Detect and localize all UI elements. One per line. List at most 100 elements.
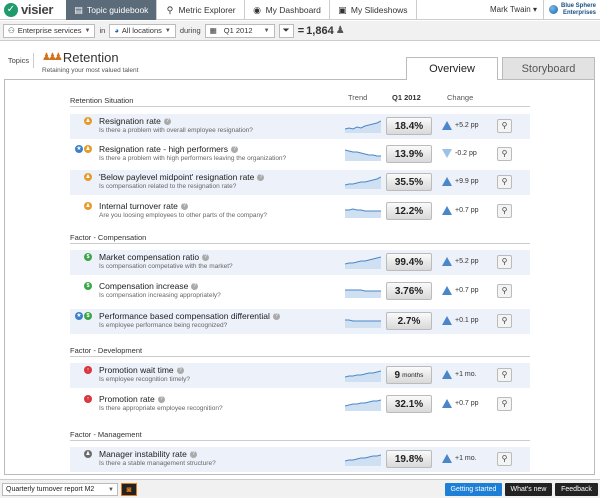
getting-started-button[interactable]: Getting started <box>445 483 502 496</box>
explore-search-icon[interactable]: ⚲ <box>497 452 512 466</box>
metric-title[interactable]: Internal turnover rate? <box>99 201 188 211</box>
calendar-icon: ▦ <box>209 26 217 35</box>
trend-up-icon <box>442 399 452 408</box>
whats-new-button[interactable]: What's new <box>505 483 552 496</box>
explore-search-icon[interactable]: ⚲ <box>497 147 512 161</box>
user-menu[interactable]: Mark Twain ▾ <box>490 5 537 14</box>
metric-value[interactable]: 32.1% <box>386 395 432 413</box>
metric-row[interactable]: ♟ 'Below paylevel midpoint' resignation r… <box>70 170 530 195</box>
nav-tab-metric-explorer[interactable]: ⚲ Metric Explorer <box>157 0 245 20</box>
metric-value[interactable]: 9 months <box>386 366 432 384</box>
trend-up-icon <box>442 454 452 463</box>
help-icon[interactable]: ? <box>157 395 165 403</box>
trend-sparkline[interactable] <box>345 284 381 298</box>
metric-title[interactable]: Resignation rate? <box>99 116 171 126</box>
feedback-button[interactable]: Feedback <box>555 483 598 496</box>
metric-title[interactable]: Resignation rate - high performers? <box>99 144 238 154</box>
help-icon[interactable]: ? <box>176 366 184 374</box>
metric-value[interactable]: 3.76% <box>386 282 432 300</box>
metric-title[interactable]: Performance based compensation different… <box>99 311 280 321</box>
metric-row[interactable]: ★ ♟ Resignation rate - high performers? Is … <box>70 142 530 167</box>
metric-icons: ★ ♟ <box>75 145 92 153</box>
metric-value[interactable]: 35.5% <box>386 173 432 191</box>
metric-question: Is compensation related to the resignati… <box>99 183 237 190</box>
filter-button[interactable]: ⏷ <box>278 23 294 38</box>
metric-title-text: Promotion rate <box>99 394 155 404</box>
metric-row[interactable]: ↑ Promotion rate? Is there appropriate emp… <box>70 392 530 417</box>
topics-button[interactable]: Topics <box>4 53 34 68</box>
metric-value[interactable]: 19.8% <box>386 450 432 468</box>
trend-sparkline[interactable] <box>345 368 381 382</box>
headcount-value: 1,864 <box>306 24 334 37</box>
top-nav: ✓ visier ▤ Topic guidebook ⚲ Metric Expl… <box>0 0 600 20</box>
equals-sign: = <box>297 24 305 37</box>
metric-row[interactable]: ★ $ Performance based compensation differe… <box>70 309 530 334</box>
trend-sparkline[interactable] <box>345 119 381 133</box>
trend-sparkline[interactable] <box>345 255 381 269</box>
sparkline-line <box>345 319 381 322</box>
metric-title[interactable]: Compensation increase? <box>99 281 199 291</box>
chevron-down-icon: ▼ <box>84 27 91 34</box>
metric-value-text: 99.4% <box>394 256 424 268</box>
metric-value[interactable]: 18.4% <box>386 117 432 135</box>
trend-sparkline[interactable] <box>345 314 381 328</box>
location-select[interactable]: ◕ All locations ▼ <box>109 23 176 38</box>
nav-tab-my-dashboard[interactable]: ◉ My Dashboard <box>245 0 330 20</box>
help-icon[interactable]: ? <box>180 202 188 210</box>
trend-sparkline[interactable] <box>345 147 381 161</box>
nav-tab-topic-guidebook[interactable]: ▤ Topic guidebook <box>66 0 158 20</box>
metric-value[interactable]: 12.2% <box>386 202 432 220</box>
metric-row[interactable]: ♟ Internal turnover rate? Are you loosing … <box>70 199 530 224</box>
trend-sparkline[interactable] <box>345 204 381 218</box>
tab-storyboard[interactable]: Storyboard <box>502 57 595 79</box>
help-icon[interactable]: ? <box>163 117 171 125</box>
metric-icons: $ <box>84 253 92 261</box>
people-icon: ♟♟♟ <box>42 52 63 63</box>
explore-search-icon[interactable]: ⚲ <box>497 175 512 189</box>
metric-value[interactable]: 2.7% <box>386 312 432 330</box>
explore-search-icon[interactable]: ⚲ <box>497 204 512 218</box>
metric-row[interactable]: ♟ Resignation rate? Is there a problem wit… <box>70 114 530 139</box>
period-select[interactable]: ▦ Q1 2012 ▼ <box>204 23 275 38</box>
metric-change: +9.9 pp <box>455 178 479 185</box>
population-select[interactable]: ⚇ Enterprise services ▼ <box>3 23 96 38</box>
help-icon[interactable]: ? <box>257 173 265 181</box>
column-header-trend: Trend <box>348 93 368 102</box>
metric-title[interactable]: Market compensation ratio? <box>99 252 210 262</box>
bottom-bar: Quarterly turnover report M2 ▼ ◙ Getting… <box>0 479 600 498</box>
help-icon[interactable]: ? <box>189 450 197 458</box>
metric-value[interactable]: 99.4% <box>386 253 432 271</box>
person-icon: ♟ <box>84 117 92 125</box>
trend-sparkline[interactable] <box>345 452 381 466</box>
snapshot-button[interactable]: ◙ <box>121 483 137 496</box>
metric-value[interactable]: 13.9% <box>386 145 432 163</box>
help-icon[interactable]: ? <box>230 145 238 153</box>
trend-sparkline[interactable] <box>345 175 381 189</box>
dollar-icon: $ <box>84 312 92 320</box>
help-icon[interactable]: ? <box>202 253 210 261</box>
filter-icon: ⏷ <box>282 25 290 35</box>
explore-search-icon[interactable]: ⚲ <box>497 314 512 328</box>
explore-search-icon[interactable]: ⚲ <box>497 255 512 269</box>
explore-search-icon[interactable]: ⚲ <box>497 368 512 382</box>
help-icon[interactable]: ? <box>272 312 280 320</box>
metric-title[interactable]: Promotion wait time? <box>99 365 184 375</box>
explore-search-icon[interactable]: ⚲ <box>497 397 512 411</box>
report-select[interactable]: Quarterly turnover report M2 ▼ <box>2 483 118 496</box>
metric-row[interactable]: $ Market compensation ratio? Is compensati… <box>70 250 530 275</box>
explore-search-icon[interactable]: ⚲ <box>497 119 512 133</box>
tab-overview[interactable]: Overview <box>406 57 498 80</box>
trend-sparkline[interactable] <box>345 397 381 411</box>
metric-title[interactable]: Manager instability rate? <box>99 449 197 459</box>
metric-row[interactable]: $ Compensation increase? Is compensation i… <box>70 279 530 304</box>
trend-up-icon <box>442 177 452 186</box>
metric-row[interactable]: ♟ Manager instability rate? Is there a sta… <box>70 447 530 472</box>
explore-search-icon[interactable]: ⚲ <box>497 284 512 298</box>
metric-row[interactable]: ↑ Promotion wait time? Is employee recogni… <box>70 363 530 388</box>
app-logo[interactable]: ✓ visier <box>0 0 66 19</box>
help-icon[interactable]: ? <box>191 282 199 290</box>
metric-title[interactable]: 'Below paylevel midpoint' resignation ra… <box>99 172 265 182</box>
metric-title[interactable]: Promotion rate? <box>99 394 165 404</box>
nav-tab-my-slideshows[interactable]: ▣ My Slideshows <box>330 0 417 20</box>
person-icon: ♟ <box>84 173 92 181</box>
